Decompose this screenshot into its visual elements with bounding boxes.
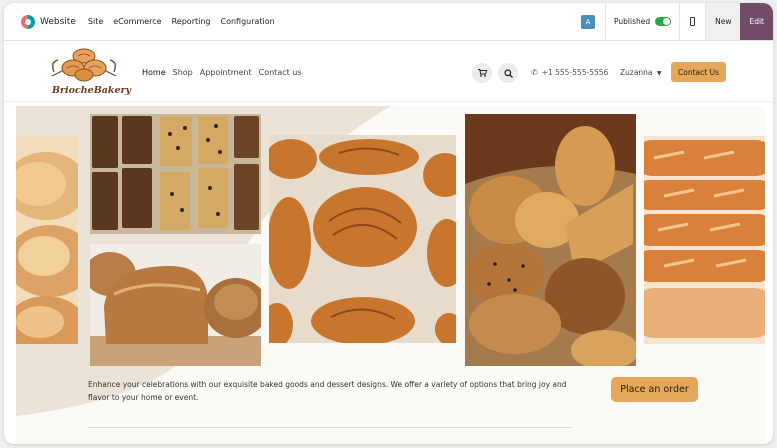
site-logo-text: BriocheBakery [52, 85, 132, 96]
search-icon [503, 68, 513, 78]
user-name: Zuzanna [620, 68, 653, 77]
phone-number: +1 555-555-5556 [541, 68, 609, 77]
site-logo[interactable]: BriocheBakery [48, 46, 131, 98]
nav-home[interactable]: Home [142, 68, 166, 77]
top-menu: Site eCommerce Reporting Configuration [88, 17, 285, 26]
odoo-logo-icon [21, 14, 35, 29]
website-switcher-avatar[interactable]: A [581, 14, 595, 29]
brioche-rolls-photo [16, 136, 78, 344]
phone-contact[interactable]: ✆ +1 555-555-5556 [531, 68, 608, 77]
place-order-button[interactable]: Place an order [611, 377, 698, 402]
new-button[interactable]: New [705, 3, 741, 40]
nav-appointment[interactable]: Appointment [200, 68, 252, 77]
bakery-logo-icon [51, 48, 117, 82]
phone-icon: ✆ [531, 68, 538, 77]
hero-description: Enhance your celebrations with our exqui… [88, 380, 567, 402]
menu-configuration[interactable]: Configuration [220, 17, 274, 26]
menu-reporting[interactable]: Reporting [172, 17, 211, 26]
browser-frame: Website Site eCommerce Reporting Configu… [4, 3, 773, 444]
search-button[interactable] [498, 63, 518, 83]
published-switch[interactable] [655, 17, 672, 26]
main-nav: Home Shop Appointment Contact us [142, 68, 309, 77]
mobile-preview-button[interactable] [679, 3, 705, 40]
menu-ecommerce[interactable]: eCommerce [113, 17, 161, 26]
nav-shop[interactable]: Shop [173, 68, 193, 77]
published-label: Published [614, 17, 651, 26]
bread-basket-photo [465, 114, 636, 366]
editor-topbar: Website Site eCommerce Reporting Configu… [4, 3, 773, 41]
baguettes-photo [644, 136, 765, 344]
edit-button[interactable]: Edit [740, 3, 773, 40]
mobile-icon [690, 17, 696, 26]
cart-icon [477, 69, 487, 77]
site-header: BriocheBakery Home Shop Appointment Cont… [4, 42, 773, 102]
hero-section: Enhance your celebrations with our exqui… [16, 106, 765, 444]
nav-contact-us[interactable]: Contact us [259, 68, 302, 77]
published-toggle[interactable]: Published [605, 3, 679, 40]
croissants-photo [269, 135, 456, 343]
section-divider [88, 427, 572, 428]
contact-us-button[interactable]: Contact Us [671, 62, 726, 82]
topbar-actions: A Published New Edit [581, 3, 773, 40]
user-menu[interactable]: Zuzanna ▼ [620, 68, 662, 77]
website-app-brand[interactable]: Website [21, 14, 76, 29]
website-app-label: Website [40, 16, 76, 27]
cart-button[interactable] [472, 63, 492, 83]
menu-site[interactable]: Site [88, 17, 103, 26]
bread-loaves-photo [90, 244, 261, 366]
caret-down-icon: ▼ [656, 70, 662, 77]
loaf-cakes-photo [90, 114, 261, 234]
